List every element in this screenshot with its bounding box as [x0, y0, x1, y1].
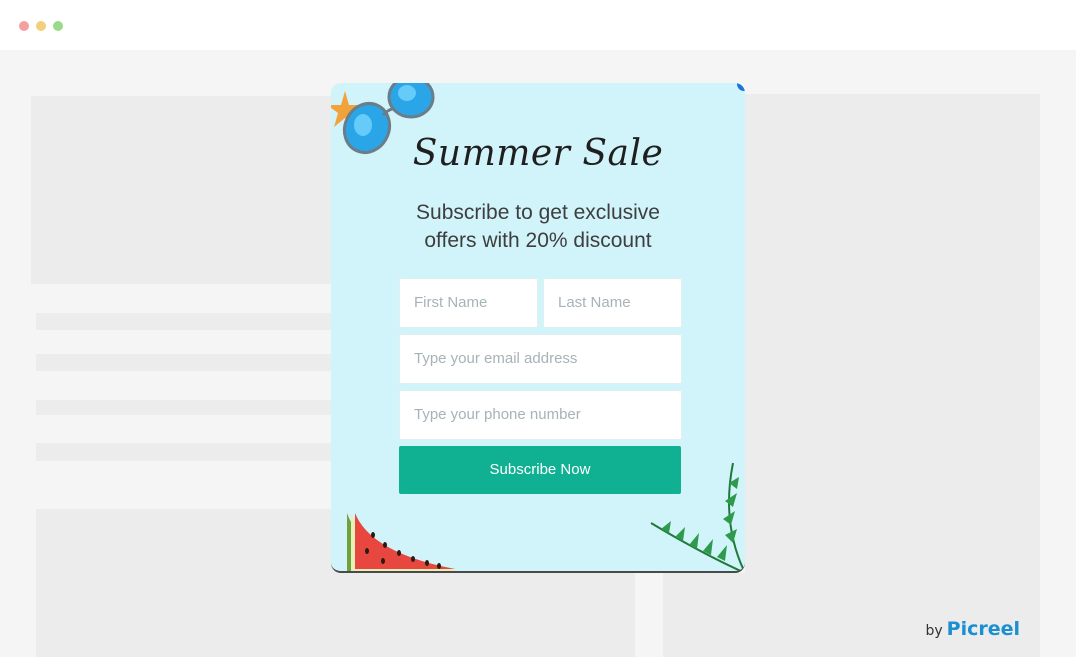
popup-subtitle: Subscribe to get exclusive offers with 2…: [416, 201, 660, 252]
phone-field[interactable]: Type your phone number: [399, 390, 682, 440]
branding-by: by: [925, 623, 943, 639]
close-popup-icon[interactable]: [737, 83, 745, 91]
close-dot-icon[interactable]: [19, 21, 29, 31]
palm-leaf-icon: [650, 463, 745, 571]
first-name-field[interactable]: First Name: [399, 278, 538, 328]
watermelon-icon: [347, 513, 461, 571]
minimize-dot-icon[interactable]: [36, 21, 46, 31]
placeholder-bottom-right: [663, 573, 745, 657]
placeholder-line: [36, 443, 331, 461]
placeholder-side-block: [745, 94, 1040, 284]
browser-titlebar: [0, 0, 1076, 50]
placeholder-line: [36, 313, 331, 330]
popup-title: Summer Sale: [412, 133, 664, 174]
placeholder-hero-block: [31, 96, 331, 284]
email-field[interactable]: Type your email address: [399, 334, 682, 384]
branding-name[interactable]: Picreel: [947, 618, 1020, 640]
subscribe-button[interactable]: Subscribe Now: [399, 446, 681, 494]
placeholder-side-column: [745, 284, 1040, 657]
picreel-branding[interactable]: by Picreel: [925, 618, 1020, 640]
last-name-field[interactable]: Last Name: [543, 278, 682, 328]
maximize-dot-icon[interactable]: [53, 21, 63, 31]
subscribe-popup: Summer Sale Subscribe to get exclusive o…: [331, 83, 745, 573]
placeholder-line: [36, 400, 331, 415]
placeholder-line: [36, 354, 331, 371]
